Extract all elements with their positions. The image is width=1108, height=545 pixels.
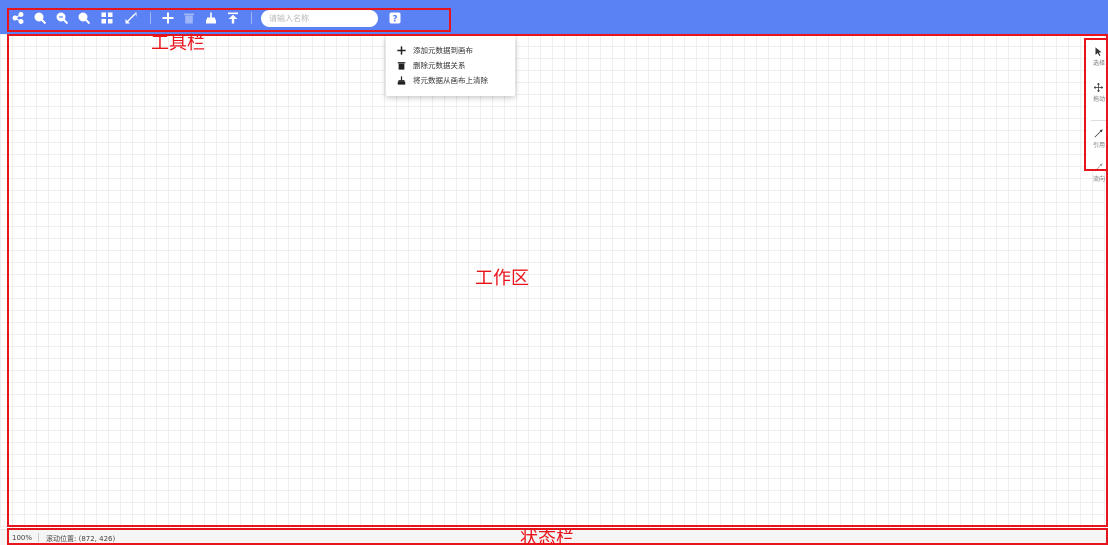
search-input[interactable] [269,14,378,23]
scroll-position: 滚动位置: (872, 426) [46,535,116,543]
tool-flow[interactable]: 流向 [1093,162,1108,183]
right-tool-panel: 选择 拖动 引用 流向 [1087,41,1108,183]
broom-icon [396,75,406,85]
menu-item-label: 添加元数据到画布 [413,45,473,55]
menu-item-delete[interactable]: 删除元数据关系 [396,59,466,71]
search-box[interactable] [261,10,378,27]
toolbar-divider [150,12,151,24]
zoom-level: 100% [12,534,33,542]
tool-label: 拖动 [1093,96,1106,103]
menu-item-add[interactable]: 添加元数据到画布 [396,44,473,56]
statusbar-annotation: 状态栏 [520,528,574,545]
tool-label: 引用 [1093,142,1106,149]
plus-icon [396,45,406,55]
pointer-icon [1093,46,1103,56]
workspace-annotation: 工作区 [475,268,529,289]
tool-label: 流向 [1093,176,1106,183]
svg-text:?: ? [392,15,397,25]
zoom-out-icon[interactable] [55,11,69,25]
share-icon[interactable] [11,11,25,25]
tool-drag[interactable]: 拖动 [1093,82,1108,103]
workspace-canvas[interactable] [0,34,1108,528]
zoom-reset-icon[interactable] [77,11,91,25]
zoom-in-icon[interactable] [33,11,47,25]
menu-item-label: 删除元数据关系 [413,60,466,70]
menu-item-clear[interactable]: 将元数据从画布上清除 [396,74,488,86]
toolbar-annotation: 工具栏 [151,33,205,54]
status-divider [38,533,39,542]
help-icon[interactable]: ? [388,11,402,25]
tool-reference[interactable]: 引用 [1093,128,1108,149]
fullscreen-icon[interactable] [124,11,138,25]
trash-icon [396,60,406,70]
tool-divider [1091,120,1108,121]
help-dropdown-menu: 添加元数据到画布 删除元数据关系 将元数据从画布上清除 [386,36,515,96]
menu-item-label: 将元数据从画布上清除 [413,75,488,85]
move-icon [1093,82,1103,92]
reference-arrow-icon [1093,128,1103,138]
delete-icon[interactable] [182,11,196,25]
export-icon[interactable] [226,11,240,25]
toolbar-divider [251,12,252,24]
tool-label: 选择 [1093,60,1106,67]
app-root: ? 添加元数据到画布 删除元数据关系 将元数据从画布上清除 [0,0,1108,545]
clear-canvas-icon[interactable] [204,11,218,25]
add-icon[interactable] [161,11,175,25]
tool-select[interactable]: 选择 [1093,46,1108,67]
flow-arrow-icon [1093,162,1103,172]
grid-layout-icon[interactable] [100,11,114,25]
